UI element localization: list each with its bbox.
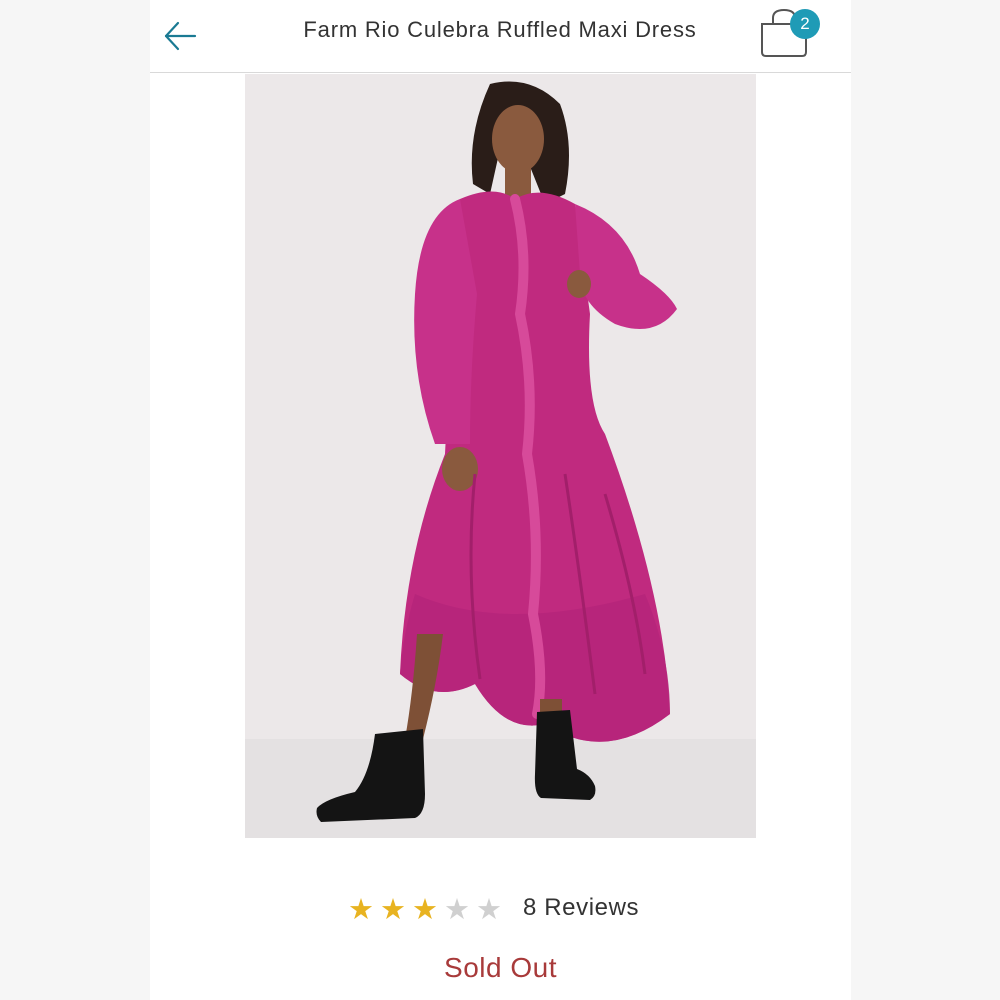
product-photo	[245, 74, 756, 838]
rating-row: ★ ★ ★ ★ ★ 8 Reviews	[345, 890, 665, 930]
page-title: Farm Rio Culebra Ruffled Maxi Dress	[303, 17, 697, 42]
star-icon-empty: ★	[476, 894, 502, 926]
star-rating: ★ ★ ★ ★ ★	[345, 892, 505, 928]
back-button[interactable]	[162, 16, 202, 56]
cart-count-badge: 2	[790, 9, 820, 39]
reviews-link[interactable]: 8 Reviews	[523, 894, 639, 922]
star-icon-empty: ★	[444, 894, 470, 926]
stock-status: Sold Out	[444, 952, 557, 983]
star-icon-filled: ★	[348, 894, 374, 926]
arrow-left-icon	[164, 21, 197, 51]
product-image[interactable]	[245, 74, 756, 838]
star-icon-filled: ★	[380, 894, 406, 926]
right-margin	[851, 0, 1000, 1000]
top-navigation-bar: Farm Rio Culebra Ruffled Maxi Dress 2	[150, 0, 851, 73]
left-margin	[0, 0, 150, 1000]
star-icon-filled: ★	[412, 894, 438, 926]
product-screen: Farm Rio Culebra Ruffled Maxi Dress 2 ★ …	[150, 0, 851, 1000]
